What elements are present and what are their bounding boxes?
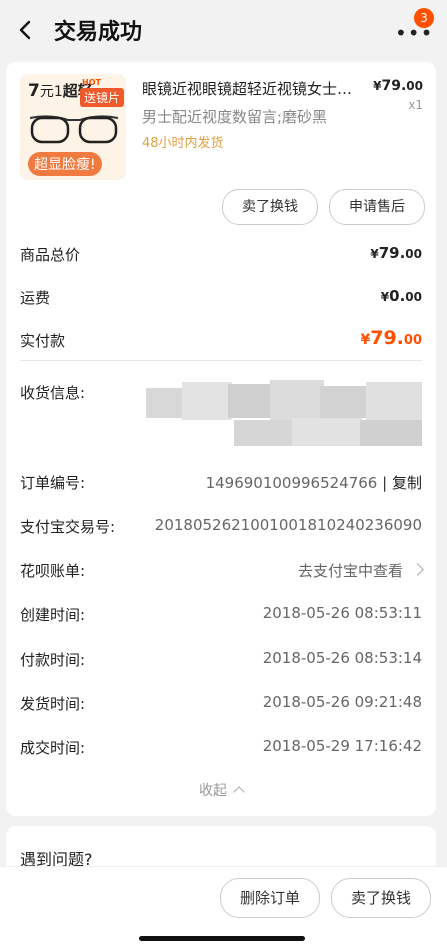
shipping-value: ¥0.00 [380, 287, 422, 305]
thumb-gift-tag: 送镜片 [80, 88, 125, 107]
home-indicator[interactable] [139, 936, 305, 941]
address-blurred [146, 380, 422, 448]
chevron-up-icon [233, 786, 245, 798]
shipping-note: 48小时内发货 [142, 136, 224, 151]
closed-value: 2018-05-29 17:16:42 [262, 737, 422, 755]
alipay-value: 2018052621001001810240236090 [154, 516, 422, 534]
chevron-left-icon [19, 20, 31, 40]
paid-value: ¥79.00 [360, 327, 422, 349]
huabei-link[interactable]: 去支付宝中查看 [298, 560, 424, 581]
created-value: 2018-05-26 08:53:11 [262, 604, 422, 622]
huabei-label: 花呗账单: [20, 562, 86, 580]
closed-label: 成交时间: [20, 739, 86, 757]
shipped-value: 2018-05-26 09:21:48 [262, 693, 422, 711]
alipay-label: 支付宝交易号: [20, 518, 116, 536]
order-no-value: 149690100996524766 | 复制 [205, 474, 422, 492]
sell-bottom-button[interactable]: 卖了换钱 [331, 878, 431, 918]
product-quantity: x1 [408, 98, 423, 112]
shipping-label: 运费 [20, 289, 51, 307]
top-bar: 交易成功 ••• 3 [0, 0, 447, 60]
hot-label: HOT [82, 78, 101, 87]
product-name[interactable]: 眼镜近视眼镜超轻近视镜女士框架男款防辐射眼镜 [142, 78, 364, 99]
thumb-slogan: 超显脸瘦! [28, 152, 102, 176]
paid-time-label: 付款时间: [20, 651, 86, 669]
total-value: ¥79.00 [370, 244, 422, 262]
paid-time-value: 2018-05-26 08:53:14 [262, 649, 422, 667]
sell-button[interactable]: 卖了换钱 [222, 189, 318, 225]
product-sku: 男士配近视度数留言;磨砂黑 [142, 108, 328, 126]
chevron-right-icon [411, 563, 424, 576]
order-no-label: 订单编号: [20, 474, 86, 492]
page-title: 交易成功 [54, 20, 143, 45]
glasses-icon [29, 115, 119, 144]
product-price: ¥79.00 [373, 78, 423, 94]
delete-order-button[interactable]: 删除订单 [220, 878, 320, 918]
more-dots-icon: ••• [395, 21, 434, 45]
total-label: 商品总价 [20, 246, 81, 264]
notification-badge: 3 [414, 8, 434, 28]
collapse-toggle[interactable]: 收起 [6, 780, 436, 800]
created-label: 创建时间: [20, 606, 86, 624]
product-thumbnail[interactable]: 7元1超轻 HOT 送镜片 超显脸瘦! [20, 74, 126, 180]
copy-button[interactable]: 复制 [392, 474, 422, 492]
order-card: 7元1超轻 HOT 送镜片 超显脸瘦! 眼镜近视眼镜超轻近视镜女士框架男款防辐射… [6, 62, 436, 816]
after-sale-button[interactable]: 申请售后 [329, 189, 425, 225]
more-button[interactable]: ••• 3 [395, 8, 434, 46]
paid-label: 实付款 [20, 332, 66, 350]
address-label: 收货信息: [20, 384, 86, 402]
divider [20, 360, 422, 361]
shipped-label: 发货时间: [20, 695, 86, 713]
back-button[interactable] [14, 16, 38, 44]
